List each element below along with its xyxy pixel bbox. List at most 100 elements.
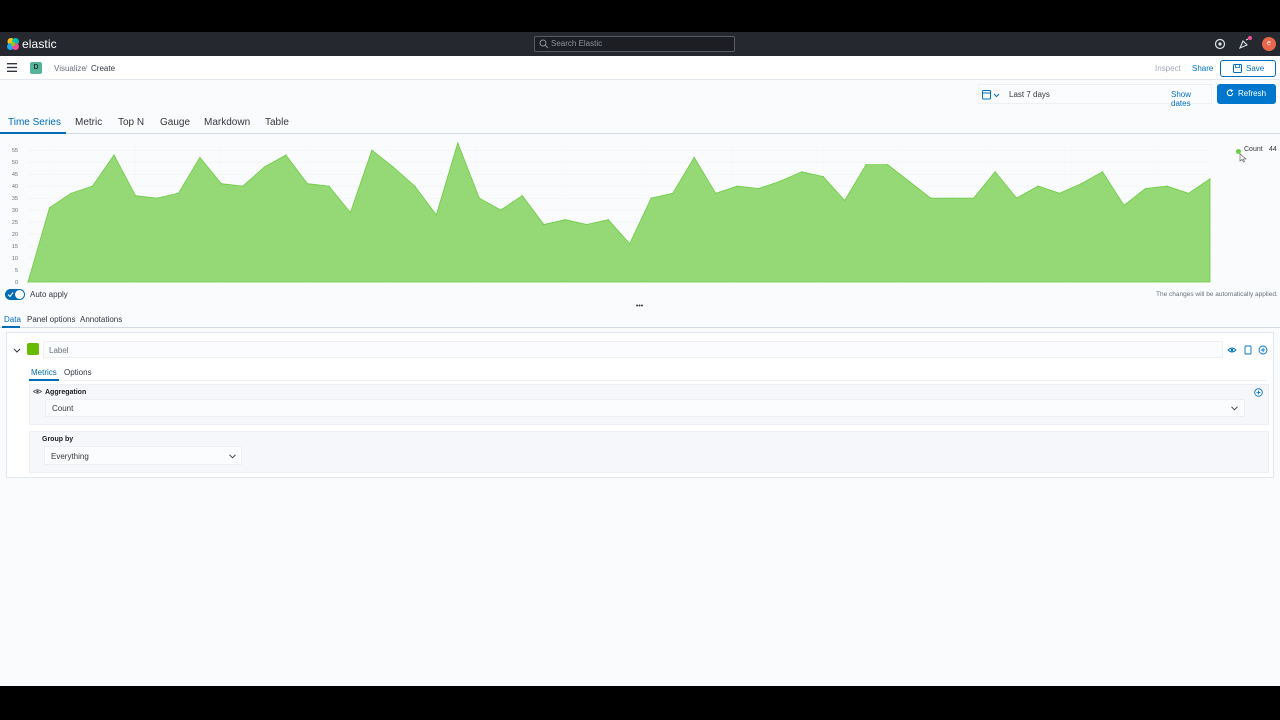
data-point — [1166, 185, 1168, 187]
series-area-count[interactable] — [27, 141, 1211, 283]
help-icon[interactable] — [1214, 38, 1226, 50]
series-color-swatch[interactable] — [27, 343, 39, 355]
data-point — [951, 197, 953, 199]
share-button[interactable]: Share — [1192, 64, 1213, 73]
tab-gauge[interactable]: Gauge — [160, 117, 190, 128]
y-tick-label: 0 — [15, 280, 18, 285]
breadcrumb-visualize[interactable]: Visualize — [54, 64, 86, 73]
data-point — [1101, 171, 1104, 173]
show-dates-link[interactable]: Show dates — [1171, 90, 1211, 108]
auto-apply-note: The changes will be automatically applie… — [1156, 291, 1278, 298]
toggle-knob — [15, 290, 24, 299]
data-point — [736, 185, 738, 187]
save-icon — [1233, 64, 1242, 73]
data-point — [500, 209, 502, 211]
data-point — [650, 197, 652, 199]
data-point — [306, 183, 308, 185]
tab-table[interactable]: Table — [265, 117, 289, 128]
data-point — [887, 164, 889, 166]
data-point — [328, 185, 330, 187]
refresh-icon — [1226, 89, 1234, 97]
refresh-button[interactable]: Refresh — [1217, 84, 1276, 104]
data-point — [134, 195, 137, 197]
tab-metric[interactable]: Metric — [75, 117, 102, 128]
data-point — [607, 219, 609, 221]
user-avatar[interactable]: e — [1262, 37, 1276, 51]
y-tick-label: 10 — [12, 256, 18, 262]
data-point — [263, 166, 265, 168]
space-selector[interactable]: D — [30, 62, 42, 74]
data-point — [801, 171, 803, 173]
data-point — [715, 192, 717, 194]
calendar-icon[interactable] — [982, 90, 1000, 100]
data-point — [1080, 183, 1082, 185]
tab-metrics[interactable]: Metrics — [31, 368, 57, 377]
group-by-section: Group by Everything — [29, 431, 1269, 473]
data-point — [1187, 192, 1190, 194]
data-point — [822, 176, 824, 178]
add-series-icon[interactable] — [1258, 345, 1268, 355]
tab-annotations[interactable]: Annotations — [80, 315, 122, 324]
tab-data[interactable]: Data — [4, 315, 21, 324]
data-point — [435, 214, 437, 216]
data-point — [586, 223, 588, 226]
screen-letterbox-top — [0, 0, 1280, 32]
data-point — [48, 207, 51, 209]
data-point — [564, 219, 566, 221]
auto-apply-label: Auto apply — [30, 290, 68, 299]
app-header: D Visualize / Create Inspect Share Save — [0, 56, 1280, 80]
data-point — [1037, 185, 1039, 187]
series-label-placeholder: Label — [49, 346, 69, 355]
menu-icon[interactable] — [7, 63, 17, 72]
data-point — [457, 142, 459, 144]
brand-name[interactable]: elastic — [22, 37, 57, 51]
save-button[interactable]: Save — [1220, 60, 1276, 77]
resize-handle-icon[interactable] — [636, 304, 643, 307]
copy-icon[interactable] — [1243, 345, 1253, 355]
chevron-down-icon — [1231, 406, 1238, 411]
chevron-down-icon[interactable] — [13, 348, 21, 353]
search-placeholder: Search Elastic — [551, 39, 603, 48]
tab-options[interactable]: Options — [64, 368, 92, 377]
search-icon — [539, 39, 549, 49]
panel-config-tabs: Data Panel options Annotations — [0, 312, 1280, 328]
series-label-input[interactable]: Label — [43, 341, 1223, 358]
aggregation-select[interactable]: Count — [45, 399, 1245, 417]
y-tick-label: 40 — [12, 184, 18, 190]
data-point — [1144, 187, 1147, 190]
group-by-select[interactable]: Everything — [44, 446, 242, 465]
data-point — [156, 197, 158, 199]
date-picker[interactable]: Last 7 days Show dates — [978, 84, 1212, 108]
data-point — [994, 171, 996, 173]
elastic-logo-icon[interactable] — [6, 37, 20, 51]
y-tick-label: 15 — [12, 244, 18, 250]
data-point — [758, 187, 760, 190]
global-search-input[interactable]: Search Elastic — [534, 36, 735, 52]
date-range-label[interactable]: Last 7 days — [1009, 90, 1050, 99]
data-point — [177, 192, 179, 194]
auto-apply-toggle[interactable] — [5, 289, 25, 300]
tab-top-n[interactable]: Top N — [118, 117, 144, 128]
inspect-button[interactable]: Inspect — [1155, 64, 1181, 73]
data-point — [629, 243, 631, 245]
tab-panel-options[interactable]: Panel options — [27, 315, 75, 324]
legend-series-name[interactable]: Count — [1244, 146, 1263, 153]
tab-markdown[interactable]: Markdown — [204, 117, 250, 128]
eye-icon[interactable] — [33, 388, 42, 395]
eye-icon[interactable] — [1227, 345, 1237, 355]
data-point — [1059, 192, 1061, 194]
data-point — [285, 154, 287, 156]
tab-time-series[interactable]: Time Series — [8, 117, 61, 128]
legend-series-value: 44 — [1269, 146, 1277, 153]
data-point — [70, 192, 72, 194]
data-point — [1209, 178, 1211, 180]
kibana-window: elastic Search Elastic e D Visualize / C… — [0, 32, 1280, 686]
data-point — [1016, 197, 1018, 199]
data-point — [973, 197, 975, 199]
data-point — [414, 185, 416, 187]
add-metric-icon[interactable] — [1254, 388, 1263, 397]
refresh-button-label: Refresh — [1238, 89, 1267, 98]
y-tick-label: 25 — [12, 220, 18, 226]
time-series-chart[interactable]: 05101520253035404550552021-01-28 12:0020… — [0, 135, 1280, 285]
breadcrumb-create: Create — [91, 64, 116, 73]
